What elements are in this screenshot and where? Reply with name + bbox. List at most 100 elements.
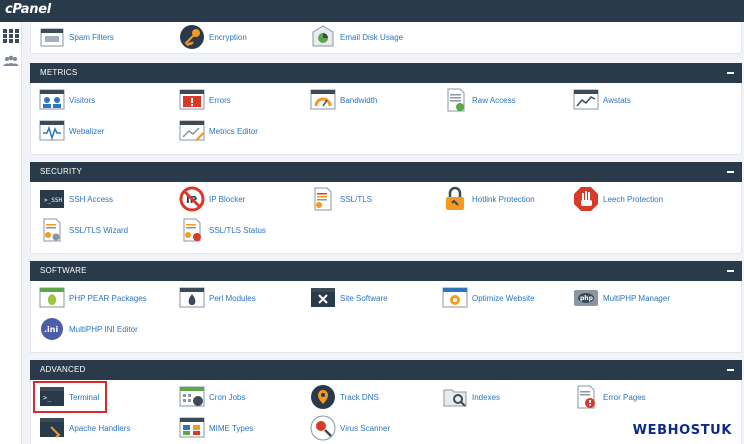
tool-row: Webalizer Metrics Editor xyxy=(31,117,742,148)
ip-blocker-icon-graphic: IP xyxy=(179,186,205,212)
lock-icon-graphic xyxy=(446,186,464,210)
feature-php-pear-packages[interactable]: PHP PEAR Packages xyxy=(39,284,147,312)
panel-header-metrics[interactable]: METRICS xyxy=(30,63,742,83)
terminal-icon-graphic: >_ xyxy=(40,387,64,406)
feature-visitors[interactable]: Visitors xyxy=(39,86,95,114)
perl-icon-graphic xyxy=(179,287,205,308)
grid-icon[interactable] xyxy=(3,28,19,44)
feature-label: Error Pages xyxy=(603,392,646,402)
tool-row: PHP PEAR Packages Perl Modules Site Softwa… xyxy=(31,284,742,315)
feature-label: SSL/TLS Wizard xyxy=(69,225,129,235)
ssl-icon-graphic xyxy=(314,187,332,211)
ssl-status-icon xyxy=(179,217,205,243)
collapse-icon[interactable] xyxy=(727,171,734,173)
feature-perl-modules[interactable]: Perl Modules xyxy=(179,284,256,312)
panel-title: ADVANCED xyxy=(40,365,86,374)
feature-ssl-tls-wizard[interactable]: SSL/TLS Wizard xyxy=(39,216,128,244)
feature-site-software[interactable]: Site Software xyxy=(310,284,388,312)
feature-label: SSH Access xyxy=(69,194,114,204)
feature-label: Email Disk Usage xyxy=(340,32,404,42)
feature-ssl-tls-status[interactable]: SSL/TLS Status xyxy=(179,216,266,244)
feature-multiphp-manager[interactable]: php MultiPHP Manager xyxy=(573,284,670,312)
feature-label: MIME Types xyxy=(209,423,254,433)
metrics-editor-icon xyxy=(179,118,205,144)
feature-label: Metrics Editor xyxy=(209,126,258,136)
feature-label: MultiPHP Manager xyxy=(603,293,670,303)
feature-hotlink-protection[interactable]: Hotlink Protection xyxy=(442,185,535,213)
indexes-icon-graphic xyxy=(443,389,467,407)
feature-label: Site Software xyxy=(340,293,388,303)
feature-error-pages[interactable]: Error Pages xyxy=(573,383,646,411)
cron-icon xyxy=(179,384,205,410)
panel-header-advanced[interactable]: ADVANCED xyxy=(30,360,742,380)
perl-icon xyxy=(179,285,205,311)
errors-icon xyxy=(179,87,205,113)
svg-text:>_SSH: >_SSH xyxy=(44,197,62,204)
cron-icon-graphic xyxy=(179,386,205,407)
virus-scanner-icon xyxy=(310,415,336,441)
feature-label: Perl Modules xyxy=(209,293,256,303)
feature-bandwidth[interactable]: Bandwidth xyxy=(310,86,377,114)
optimize-icon-graphic xyxy=(442,287,468,308)
svg-text:.ini: .ini xyxy=(44,325,58,334)
feature-ssl-tls[interactable]: SSL/TLS xyxy=(310,185,372,213)
users-icon[interactable] xyxy=(3,53,19,69)
ssl-wizard-icon xyxy=(39,217,65,243)
collapse-icon[interactable] xyxy=(727,72,734,74)
php-pear-icon xyxy=(39,285,65,311)
feature-ssh-access[interactable]: >_SSH SSH Access xyxy=(39,185,113,213)
disk-usage-icon xyxy=(310,24,336,50)
feature-optimize-website[interactable]: Optimize Website xyxy=(442,284,535,312)
collapse-icon[interactable] xyxy=(727,369,734,371)
feature-label: SSL/TLS Status xyxy=(209,225,266,235)
track-dns-icon-graphic xyxy=(311,385,335,409)
mime-types-icon xyxy=(179,415,205,441)
feature-email-disk-usage[interactable]: Email Disk Usage xyxy=(310,23,403,51)
feature-ip-blocker[interactable]: IP IP Blocker xyxy=(179,185,245,213)
ini-editor-icon-graphic: .ini xyxy=(41,318,63,340)
panel-header-software[interactable]: SOFTWARE xyxy=(30,261,742,281)
feature-encryption[interactable]: Encryption xyxy=(179,23,247,51)
feature-label: IP Blocker xyxy=(209,194,246,204)
feature-label: Awstats xyxy=(603,95,631,105)
feature-terminal[interactable]: >_ Terminal xyxy=(39,383,99,411)
panel-body-security: >_SSH SSH Access IP IP Blocker SSL/TLS Hotlin… xyxy=(30,182,742,254)
feature-awstats[interactable]: Awstats xyxy=(573,86,631,114)
tool-row: Spam Filters Encryption Email Disk Usage xyxy=(31,23,742,54)
feature-multiphp-ini-editor[interactable]: .ini MultiPHP INI Editor xyxy=(39,315,138,343)
feature-label: MultiPHP INI Editor xyxy=(69,324,138,334)
feature-mime-types[interactable]: MIME Types xyxy=(179,414,253,442)
key-icon xyxy=(179,24,205,50)
feature-spam-filters[interactable]: Spam Filters xyxy=(39,23,114,51)
feature-indexes[interactable]: Indexes xyxy=(442,383,500,411)
visitors-icon-graphic xyxy=(39,89,65,110)
feature-leech-protection[interactable]: Leech Protection xyxy=(573,185,663,213)
panel-header-security[interactable]: SECURITY xyxy=(30,162,742,182)
cpanel-logo[interactable]: cPanel xyxy=(5,2,51,17)
feature-label: Terminal xyxy=(69,392,100,402)
feature-virus-scanner[interactable]: Virus Scanner xyxy=(310,414,390,442)
stop-hand-icon-graphic xyxy=(574,187,598,211)
sidebar xyxy=(0,22,22,444)
feature-label: Hotlink Protection xyxy=(472,194,535,204)
collapse-icon[interactable] xyxy=(727,270,734,272)
email-panel-body: Spam Filters Encryption Email Disk Usage xyxy=(30,22,742,54)
feature-webalizer[interactable]: Webalizer xyxy=(39,117,104,145)
terminal-icon: >_ xyxy=(39,384,65,410)
spam-filter-icon-graphic xyxy=(40,28,64,47)
main-content: Spam Filters Encryption Email Disk Usage ME… xyxy=(30,22,742,444)
tool-row: >_SSH SSH Access IP IP Blocker SSL/TLS Hotlin… xyxy=(31,185,742,216)
feature-apache-handlers[interactable]: Apache Handlers xyxy=(39,414,130,442)
feature-raw-access[interactable]: Raw Access xyxy=(442,86,516,114)
watermark-text: WEBHOSTUK xyxy=(632,423,732,438)
feature-track-dns[interactable]: Track DNS xyxy=(310,383,379,411)
svg-text:php: php xyxy=(580,295,594,302)
feature-label: Apache Handlers xyxy=(69,423,131,433)
feature-cron-jobs[interactable]: Cron Jobs xyxy=(179,383,245,411)
feature-label: SSL/TLS xyxy=(340,194,373,204)
feature-errors[interactable]: Errors xyxy=(179,86,231,114)
indexes-icon xyxy=(442,384,468,410)
feature-metrics-editor[interactable]: Metrics Editor xyxy=(179,117,258,145)
apache-handlers-icon xyxy=(39,415,65,441)
feature-label: PHP PEAR Packages xyxy=(69,293,147,303)
